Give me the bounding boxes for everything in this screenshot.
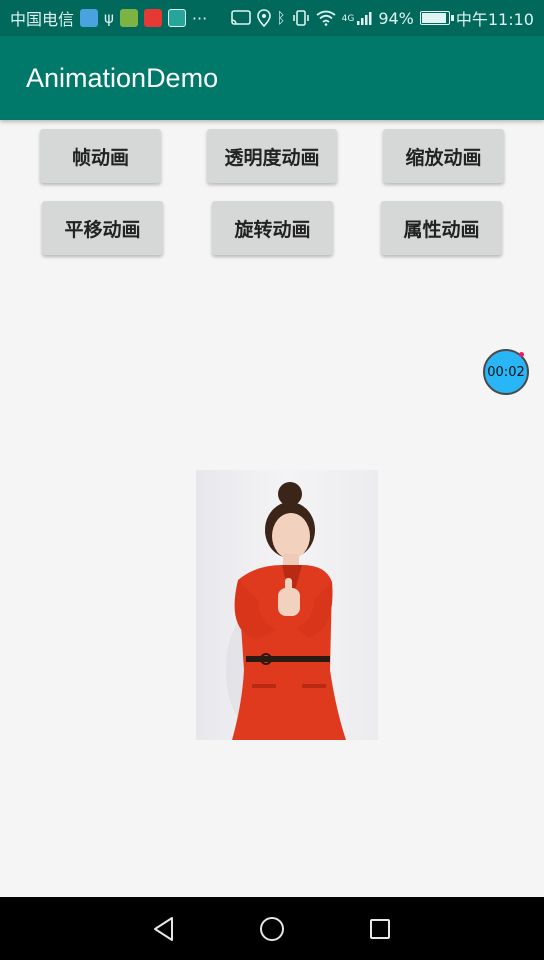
- app-notification-icon: [167, 9, 186, 27]
- app-notification-icon: [143, 9, 162, 27]
- translate-animation-button[interactable]: 平移动画: [42, 201, 163, 255]
- back-triangle-icon: [154, 916, 173, 941]
- recents-square-icon: [370, 918, 390, 939]
- app-bar: AnimationDemo: [0, 36, 544, 120]
- timer-text: 00:02: [487, 364, 525, 380]
- scale-animation-button[interactable]: 缩放动画: [383, 129, 504, 183]
- network-type-label: 4G: [341, 14, 355, 24]
- status-bar-right: ᛒ 4G 94% 中午11:10: [230, 6, 534, 30]
- status-bar-left: 中国电信 ψ ···: [10, 6, 207, 30]
- battery-percent: 94%: [378, 8, 414, 28]
- recents-button[interactable]: [360, 909, 400, 949]
- more-notifications-icon: ···: [191, 8, 208, 28]
- app-notification-icon: [119, 9, 138, 27]
- rotate-animation-button[interactable]: 旋转动画: [212, 201, 333, 255]
- wifi-icon: [316, 10, 336, 26]
- battery-level: [421, 13, 447, 23]
- alpha-animation-button[interactable]: 透明度动画: [207, 129, 337, 183]
- bluetooth-icon: ᛒ: [276, 9, 286, 27]
- home-circle-icon: [260, 916, 284, 941]
- back-button[interactable]: [144, 909, 184, 949]
- animation-target-image: [196, 470, 378, 740]
- usb-icon: ψ: [104, 9, 114, 27]
- signal-icon: [357, 12, 372, 25]
- cast-icon: [230, 10, 251, 25]
- carrier-label: 中国电信: [10, 10, 75, 29]
- frame-animation-button[interactable]: 帧动画: [40, 129, 161, 183]
- navigation-bar: [0, 897, 544, 960]
- location-icon: [256, 9, 271, 27]
- app-title: AnimationDemo: [26, 62, 219, 93]
- home-button[interactable]: [252, 909, 292, 949]
- app-notification-icon: [80, 9, 99, 27]
- floating-timer[interactable]: 00:02: [483, 349, 529, 395]
- status-bar: 中国电信 ψ ··· ᛒ 4G 94% 中午11:10: [0, 0, 544, 36]
- property-animation-button[interactable]: 属性动画: [381, 201, 502, 255]
- clock: 中午11:10: [455, 10, 534, 29]
- battery-icon: [419, 11, 454, 25]
- vibrate-icon: [292, 10, 309, 26]
- timer-indicator-dot: [519, 352, 524, 357]
- person-photo: [226, 482, 346, 740]
